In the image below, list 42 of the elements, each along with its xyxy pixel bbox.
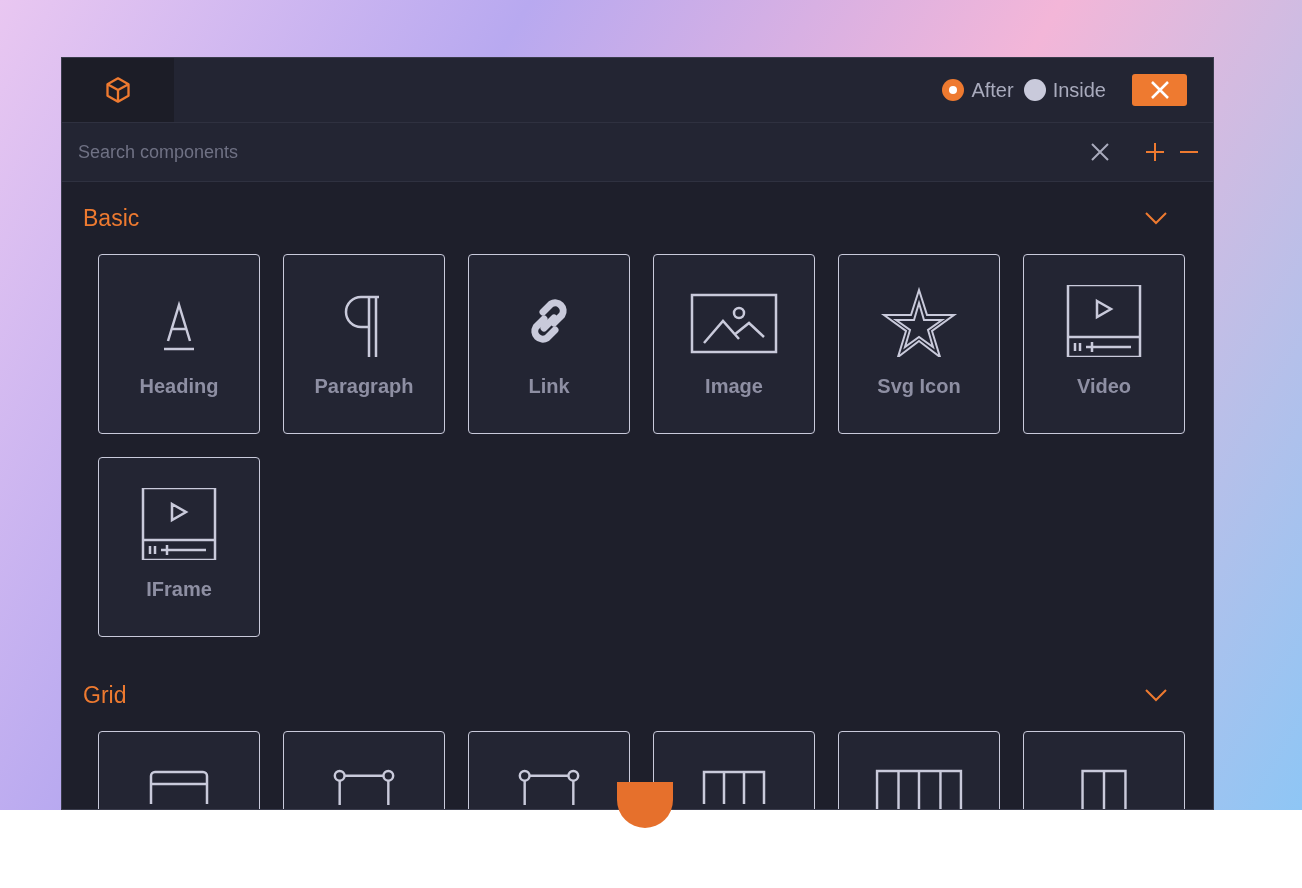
component-tile[interactable]: Video: [1023, 254, 1185, 434]
radio-label: After: [971, 78, 1014, 102]
chevron-icon[interactable]: [1144, 211, 1168, 225]
search-bar[interactable]: Search components: [62, 123, 1213, 182]
component-tile[interactable]: Heading: [98, 254, 260, 434]
layout-icon: [149, 769, 209, 805]
component-tile[interactable]: Paragraph: [283, 254, 445, 434]
radio-option[interactable]: Inside: [1023, 78, 1106, 102]
radio-option[interactable]: After: [942, 78, 1014, 102]
collapse-all-button[interactable]: [1179, 150, 1199, 154]
columns-icon: [1080, 769, 1128, 809]
tile-label: Image: [705, 375, 763, 398]
component-tile[interactable]: Image: [653, 254, 815, 434]
radio-icon[interactable]: [1023, 79, 1046, 101]
tile-label: Link: [528, 375, 570, 398]
round-button[interactable]: [617, 782, 673, 828]
section-title[interactable]: Grid: [83, 681, 127, 709]
columns-icon: [702, 769, 766, 805]
row-icon: [332, 769, 396, 805]
component-tile[interactable]: Link: [468, 254, 630, 434]
clear-button[interactable]: [1091, 143, 1109, 161]
close-button[interactable]: [1132, 74, 1187, 106]
close-icon: [1091, 143, 1109, 161]
cube-icon[interactable]: [104, 76, 132, 104]
component-tile[interactable]: IFrame: [98, 457, 260, 637]
section-title[interactable]: Basic: [83, 204, 140, 232]
minus-icon: [1179, 150, 1199, 154]
expand-all-button[interactable]: [1145, 142, 1165, 162]
chevron-icon[interactable]: [1144, 688, 1168, 702]
tile-label: Svg Icon: [877, 375, 961, 398]
tile-label: IFrame: [146, 578, 212, 601]
plus-icon: [1145, 142, 1165, 162]
tile-label: Heading: [139, 375, 219, 398]
tile-label: Video: [1076, 375, 1132, 398]
columns-icon: [874, 769, 964, 809]
tile-label: Paragraph: [314, 375, 414, 398]
search-field[interactable]: Search components: [76, 140, 1077, 164]
component-tile[interactable]: Svg Icon: [838, 254, 1000, 434]
row-icon: [517, 769, 581, 805]
radio-icon[interactable]: [942, 79, 965, 101]
close-icon: [1149, 80, 1170, 100]
radio-label: Inside: [1052, 78, 1106, 102]
